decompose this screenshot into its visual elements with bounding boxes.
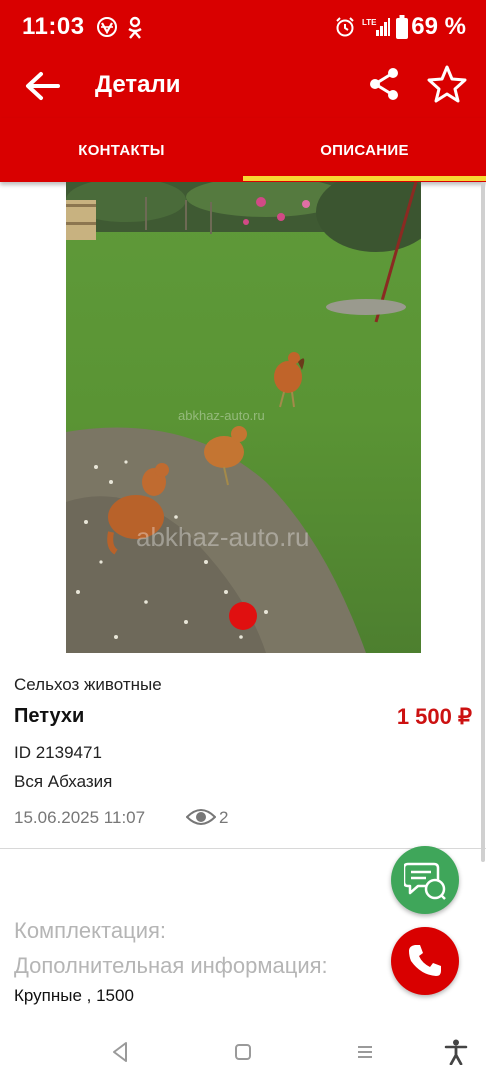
tab-selected-indicator [243,176,486,181]
battery-icon [396,15,408,44]
tab-bar: КОНТАКТЫ ОПИСАНИЕ [0,118,486,182]
listing-region: Вся Абхазия [14,772,113,791]
photo-watermark-small: abkhaz-auto.ru [178,408,265,423]
arrow-back-icon [26,72,60,100]
nav-home-icon [235,1044,251,1060]
page-title: Детали [95,71,181,98]
listing-category: Сельхоз животные [14,675,162,694]
app-screen: 11:03 LTE 69 % Детали КОНТАКТЫ ОПИСАНИЕ … [0,0,486,1080]
favorite-button[interactable] [424,61,470,107]
share-button[interactable] [362,62,406,106]
description-text: Крупные , 1500 [14,986,134,1005]
status-time: 11:03 [22,13,85,40]
call-button[interactable] [391,927,459,995]
back-button[interactable] [20,64,64,108]
tab-contacts[interactable]: КОНТАКТЫ [0,118,243,182]
nav-home-button[interactable] [229,1038,257,1066]
nav-recents-button[interactable] [351,1038,379,1066]
svg-text:LTE: LTE [362,18,377,27]
nav-recents-icon [358,1046,372,1058]
nav-back-button[interactable] [106,1038,134,1066]
tab-description[interactable]: ОПИСАНИЕ [243,118,486,182]
views-count: 2 [219,808,229,827]
photo-watermark-large: abkhaz-auto.ru [136,522,310,552]
lte-signal-icon: LTE [362,16,390,43]
photo-pager-dot[interactable] [229,602,257,630]
equipment-label: Комплектация: [14,918,167,943]
app-bar: Детали [0,56,486,118]
chat-button[interactable] [391,846,459,914]
odnoklassniki-icon [126,16,144,45]
battery-percent: 69 % [411,13,466,40]
nav-back-icon [113,1042,127,1062]
scrollbar[interactable] [481,182,485,862]
alarm-icon [334,16,356,43]
chat-icon [404,862,446,900]
listing-price: 1 500 ₽ [396,704,472,729]
additional-info-label: Дополнительная информация: [14,953,328,978]
status-bar: 11:03 LTE 69 % [0,0,486,56]
system-nav-bar [0,1022,486,1080]
star-outline-icon [427,65,467,103]
listing-title: Петухи [14,705,85,727]
accessibility-button[interactable] [442,1038,470,1066]
listing-id: ID 2139471 [14,743,102,762]
phone-icon [409,945,441,976]
accessibility-icon [444,1039,468,1065]
listing-date: 15.06.2025 11:07 [14,808,146,827]
listing-photo[interactable]: abkhaz-auto.ru abkhaz-auto.ru [66,182,421,653]
eye-icon [185,806,217,833]
share-icon [370,68,398,100]
vpn-icon [96,16,118,43]
